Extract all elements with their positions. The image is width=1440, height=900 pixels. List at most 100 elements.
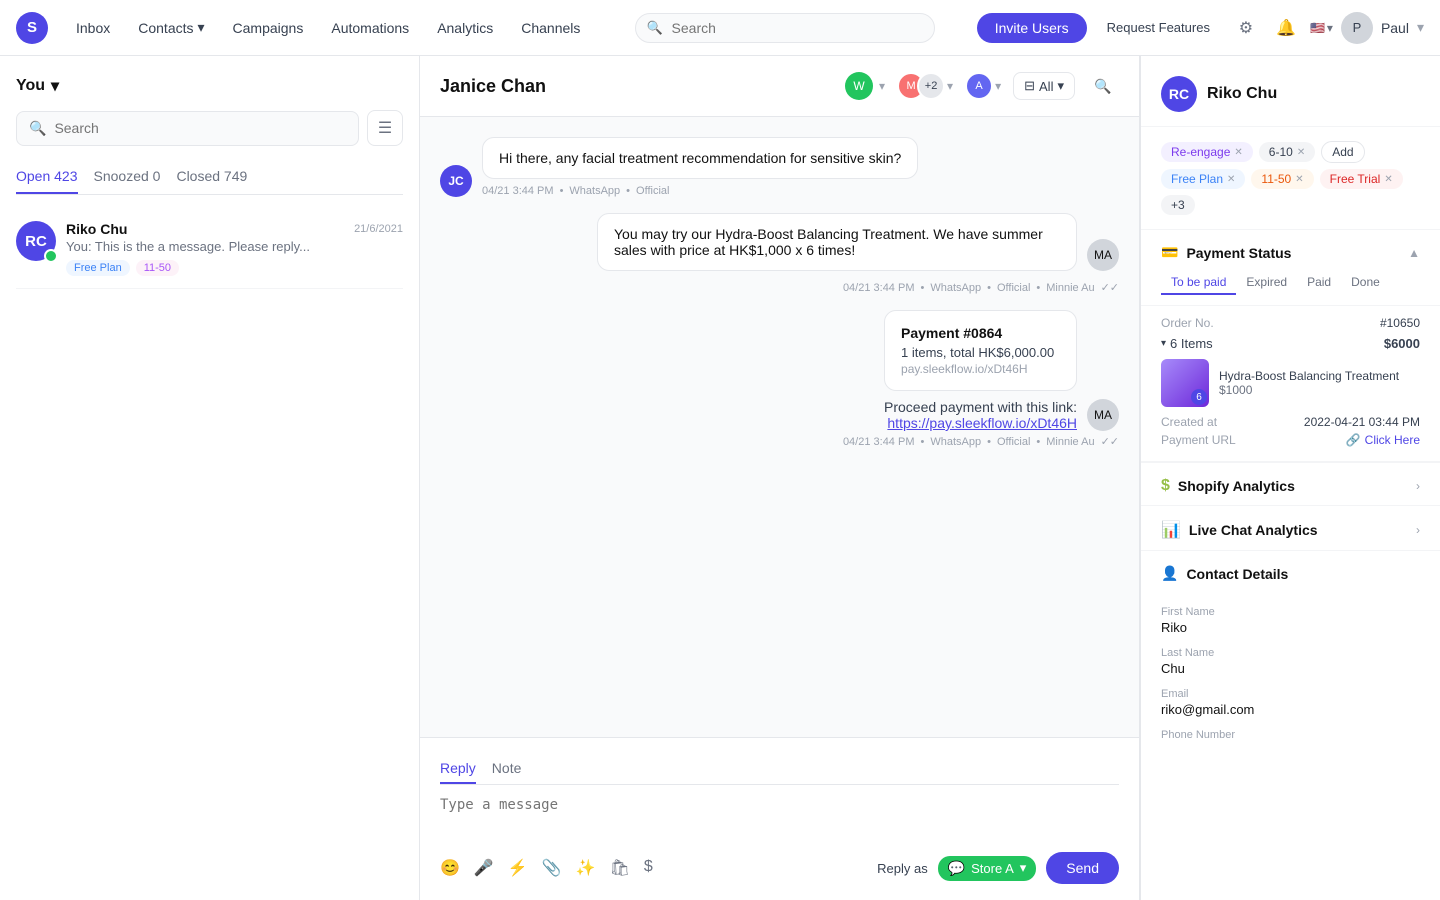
remove-tag-button[interactable]: ✕	[1227, 174, 1235, 185]
settings-icon[interactable]: ⚙	[1230, 12, 1262, 44]
search-chat-button[interactable]: 🔍	[1087, 70, 1119, 102]
invite-users-button[interactable]: Invite Users	[977, 13, 1087, 43]
user-avatar[interactable]: P	[1341, 12, 1373, 44]
emoji-icon[interactable]: 😊	[440, 858, 460, 878]
message-time: 04/21 3:44 PM	[843, 282, 915, 294]
shopify-analytics-section[interactable]: $ Shopify Analytics ›	[1141, 463, 1440, 505]
chevron-down-icon: ▾	[1161, 338, 1166, 349]
message-input[interactable]	[440, 797, 1119, 837]
notifications-icon[interactable]: 🔔	[1270, 12, 1302, 44]
phone-field: Phone Number	[1161, 729, 1420, 741]
assignee-avatar[interactable]: A ▾	[965, 72, 1001, 100]
nav-analytics[interactable]: Analytics	[425, 14, 505, 42]
chevron-down-icon: ▾	[947, 79, 953, 93]
request-features-button[interactable]: Request Features	[1095, 14, 1222, 41]
live-chat-analytics-title: 📊 Live Chat Analytics	[1161, 520, 1318, 540]
agent-avatars[interactable]: M +2 ▾	[897, 72, 953, 100]
nav-campaigns[interactable]: Campaigns	[221, 14, 316, 42]
tab-closed[interactable]: Closed 749	[176, 160, 247, 194]
created-at-row: Created at 2022-04-21 03:44 PM	[1161, 415, 1420, 429]
nav-inbox[interactable]: Inbox	[64, 14, 122, 42]
channel-avatar[interactable]: W	[845, 72, 873, 100]
chat-panel: Janice Chan W ▾ M +2 ▾ A ▾ ⊟ All	[420, 56, 1140, 900]
conversation-item[interactable]: RC Riko Chu 21/6/2021 You: This is the a…	[16, 209, 403, 289]
nav-actions: Invite Users Request Features ⚙ 🔔 🇺🇸 ▾ P…	[977, 12, 1424, 44]
attachment-icon[interactable]: 📎	[542, 858, 562, 878]
tab-reply[interactable]: Reply	[440, 754, 476, 784]
payment-status-header[interactable]: 💳 Payment Status ▲	[1141, 230, 1440, 271]
chevron-up-icon: ▲	[1408, 246, 1420, 260]
agent-count[interactable]: +2	[917, 72, 945, 100]
whatsapp-icon: 💬	[948, 860, 965, 877]
items-toggle[interactable]: ▾ 6 Items $6000	[1161, 336, 1420, 351]
sidebar-you-selector[interactable]: You ▾	[16, 76, 59, 96]
payment-url-link[interactable]: 🔗 Click Here	[1346, 433, 1420, 447]
nav-contacts[interactable]: Contacts ▾	[126, 13, 216, 42]
conversation-body: Riko Chu 21/6/2021 You: This is the a me…	[66, 221, 403, 276]
tab-to-be-paid[interactable]: To be paid	[1161, 271, 1236, 295]
nav-automations[interactable]: Automations	[319, 14, 421, 42]
sender-avatar: JC	[440, 165, 472, 197]
created-at-label: Created at	[1161, 415, 1217, 429]
filter-button[interactable]: ⊟ All ▾	[1013, 72, 1075, 100]
items-total: $6000	[1384, 336, 1420, 351]
conversation-tags: Free Plan 11-50	[66, 260, 403, 276]
message-bubble: You may try our Hydra-Boost Balancing Tr…	[597, 213, 1077, 271]
chevron-right-icon: ›	[1416, 523, 1420, 537]
audio-icon[interactable]: 🎤	[474, 858, 494, 878]
tags-row: Re-engage ✕ 6-10 ✕ Add Free Plan ✕ 11-50…	[1161, 141, 1420, 215]
message-meta: 04/21 3:44 PM • WhatsApp • Official • Mi…	[843, 281, 1119, 294]
sparkle-icon[interactable]: ✨	[576, 858, 596, 878]
reply-box: Reply Note 😊 🎤 ⚡ 📎 ✨ 🛍 $ Reply as 💬	[420, 737, 1139, 900]
sidebar-search-input[interactable]	[54, 120, 346, 136]
chat-header: Janice Chan W ▾ M +2 ▾ A ▾ ⊟ All	[420, 56, 1139, 117]
remove-tag-button[interactable]: ✕	[1234, 147, 1242, 158]
nav-search-input[interactable]	[635, 13, 935, 43]
product-info: Hydra-Boost Balancing Treatment $1000	[1219, 369, 1420, 397]
read-icon: ✓✓	[1101, 435, 1119, 448]
order-number-label: Order No.	[1161, 316, 1214, 330]
email-label: Email	[1161, 688, 1420, 700]
reply-tabs: Reply Note	[440, 754, 1119, 785]
contact-details-header[interactable]: 👤 Contact Details	[1141, 551, 1440, 592]
tab-note[interactable]: Note	[492, 754, 522, 784]
tag-count[interactable]: +3	[1161, 195, 1195, 215]
payment-link[interactable]: https://pay.sleekflow.io/xDt46H	[887, 415, 1077, 431]
add-tag-button[interactable]: Add	[1321, 141, 1364, 163]
shopping-icon[interactable]: 🛍	[610, 858, 630, 878]
conversation-tabs: Open 423 Snoozed 0 Closed 749	[16, 160, 403, 195]
nav-search-area: 🔍	[596, 13, 972, 43]
contact-avatar: RC	[1161, 76, 1197, 112]
product-image: 6	[1161, 359, 1209, 407]
remove-tag-button[interactable]: ✕	[1384, 174, 1392, 185]
tab-done[interactable]: Done	[1341, 271, 1390, 295]
tab-open[interactable]: Open 423	[16, 160, 78, 194]
language-selector[interactable]: 🇺🇸 ▾	[1310, 21, 1333, 35]
product-name: Hydra-Boost Balancing Treatment	[1219, 369, 1420, 383]
email-value: riko@gmail.com	[1161, 702, 1420, 717]
remove-tag-button[interactable]: ✕	[1295, 174, 1303, 185]
live-chat-analytics-section[interactable]: 📊 Live Chat Analytics ›	[1141, 506, 1440, 550]
contact-icon: 👤	[1161, 565, 1178, 582]
agent-avatar: MA	[1087, 239, 1119, 271]
tab-paid[interactable]: Paid	[1297, 271, 1341, 295]
contact-tags: Re-engage ✕ 6-10 ✕ Add Free Plan ✕ 11-50…	[1141, 127, 1440, 230]
tab-snoozed[interactable]: Snoozed 0	[94, 160, 161, 194]
last-name-field: Last Name Chu	[1161, 647, 1420, 676]
nav-channels[interactable]: Channels	[509, 14, 592, 42]
store-selector[interactable]: 💬 Store A ▾	[938, 856, 1037, 881]
send-button[interactable]: Send	[1046, 852, 1119, 884]
product-count-badge: 6	[1191, 389, 1207, 405]
tag-6-10: 6-10 ✕	[1259, 142, 1315, 162]
chevron-down-icon: ▾	[1020, 860, 1027, 876]
filter-icon[interactable]: ☰	[367, 110, 403, 146]
created-at-value: 2022-04-21 03:44 PM	[1304, 415, 1420, 429]
message-text: You may try our Hydra-Boost Balancing Tr…	[614, 226, 1043, 258]
contact-header: RC Riko Chu	[1141, 56, 1440, 127]
sidebar-search-field[interactable]: 🔍	[16, 111, 359, 146]
payment-bubble: Payment #0864 1 items, total HK$6,000.00…	[884, 310, 1077, 391]
dollar-icon[interactable]: $	[644, 858, 653, 878]
tab-expired[interactable]: Expired	[1236, 271, 1297, 295]
lightning-icon[interactable]: ⚡	[508, 858, 528, 878]
remove-tag-button[interactable]: ✕	[1297, 147, 1305, 158]
